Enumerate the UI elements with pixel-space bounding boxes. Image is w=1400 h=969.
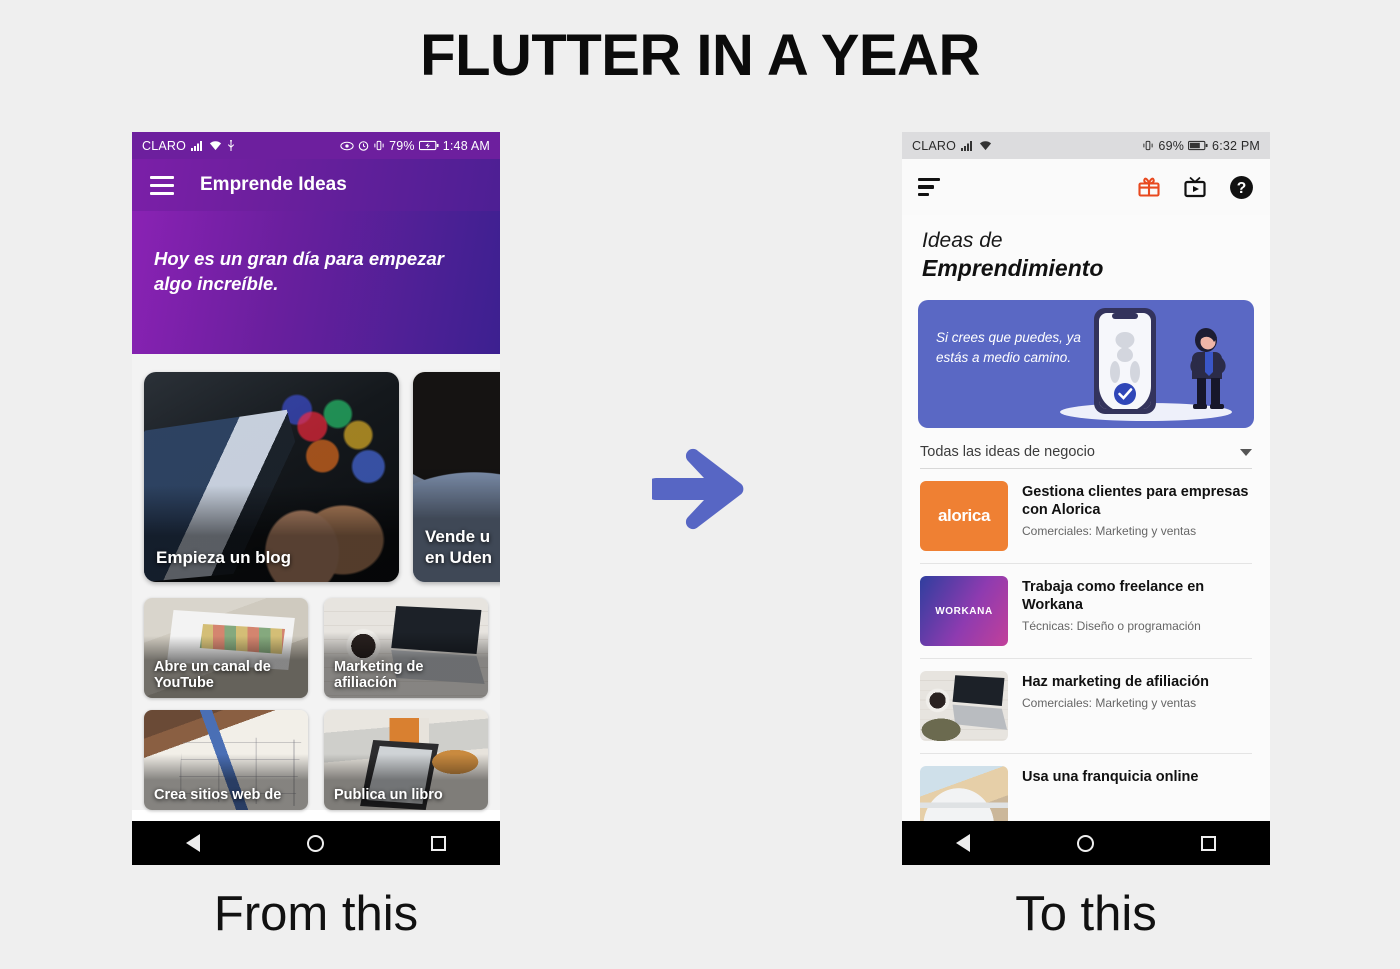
ideas-grid: Abre un canal de YouTube Marketing de af… [132, 594, 500, 810]
grid-card-book[interactable]: Publica un libro [324, 710, 488, 810]
motivation-banner[interactable]: Si crees que puedes, ya estás a medio ca… [918, 300, 1254, 428]
sort-lines-icon[interactable] [918, 177, 940, 197]
hero-text: Hoy es un gran día para empezar algo inc… [154, 248, 444, 294]
heading-line2: Emprendimiento [922, 255, 1104, 281]
hero-banner: Hoy es un gran día para empezar algo inc… [132, 211, 500, 354]
featured-carousel[interactable]: Empieza un blog Vende u en Uden [132, 364, 500, 594]
clock-label: 6:32 PM [1212, 138, 1260, 153]
phone-screenshot-after: CLARO 69% 6:32 PM ? Ideas de Emprendimie… [902, 132, 1270, 865]
content-area: Empieza un blog Vende u en Uden Abre un [132, 354, 500, 810]
tv-icon[interactable] [1183, 175, 1207, 199]
list-item[interactable]: alorica Gestiona clientes para empresas … [920, 469, 1252, 564]
alorica-logo: alorica [920, 481, 1008, 551]
battery-percent: 79% [389, 138, 415, 153]
wifi-icon [210, 141, 222, 151]
battery-icon [418, 140, 439, 151]
caption-before: From this [213, 887, 419, 941]
right-arrow-icon [652, 448, 744, 530]
hamburger-icon[interactable] [150, 175, 174, 195]
card-label: Marketing de afiliación [334, 658, 424, 692]
svg-text:?: ? [1237, 180, 1247, 197]
home-icon[interactable] [306, 834, 324, 852]
battery-percent: 69% [1158, 138, 1185, 153]
workana-logo: WORKANA [920, 576, 1008, 646]
help-icon[interactable]: ? [1229, 175, 1254, 200]
item-subtitle: Técnicas: Diseño o programación [1022, 619, 1201, 634]
caption-after: To this [1015, 887, 1157, 941]
card-label: Publica un libro [334, 787, 443, 804]
page-title: FLUTTER IN A YEAR [420, 23, 980, 88]
recents-icon[interactable] [431, 835, 447, 851]
phone-and-woman-illustration [1060, 308, 1232, 421]
arm-shape [920, 671, 1008, 741]
vibrate-icon [1143, 140, 1154, 151]
card-label: Abre un canal de YouTube [154, 658, 271, 692]
item-title: Usa una franquicia online [1022, 769, 1199, 785]
android-nav-bar [902, 821, 1270, 865]
carrier-label: CLARO [912, 138, 957, 153]
card-label: Vende u en Uden [425, 527, 493, 567]
page-heading: Ideas de Emprendimiento [902, 215, 1270, 288]
grid-card-youtube[interactable]: Abre un canal de YouTube [144, 598, 308, 698]
alarm-icon [358, 141, 369, 151]
phone-screenshot-before: CLARO 79% 1:48 AM Emprende Ideas Hoy es … [132, 132, 500, 865]
wifi-icon [980, 141, 992, 151]
grid-card-afiliacion[interactable]: Marketing de afiliación [324, 598, 488, 698]
ideas-list: alorica Gestiona clientes para empresas … [902, 469, 1270, 848]
featured-card-udemy[interactable]: Vende u en Uden [413, 372, 500, 582]
item-title: Trabaja como freelance en Workana [1022, 579, 1205, 614]
app-bar: ? [902, 159, 1270, 215]
gift-icon[interactable] [1137, 175, 1161, 199]
comparison-figure: FLUTTER IN A YEAR CLARO 79% 1:48 AM Empr… [0, 0, 1400, 969]
heading-line1: Ideas de [922, 229, 1003, 252]
thumb-text: alorica [937, 506, 990, 525]
clock-label: 1:48 AM [442, 138, 490, 153]
status-bar: CLARO 79% 1:48 AM [132, 132, 500, 159]
battery-icon [1188, 140, 1208, 151]
back-icon[interactable] [955, 834, 970, 852]
app-bar: Emprende Ideas [132, 159, 500, 211]
card-label: Empieza un blog [156, 547, 292, 567]
thumb-text: WORKANA [935, 605, 993, 617]
back-icon[interactable] [185, 834, 200, 852]
list-item[interactable]: Haz marketing de afiliación Comerciales:… [920, 659, 1252, 754]
featured-card-blog[interactable]: Empieza un blog [144, 372, 399, 582]
item-title: Gestiona clientes para empresas con Alor… [1022, 484, 1249, 519]
chevron-down-icon [1240, 448, 1252, 456]
item-title: Haz marketing de afiliación [1022, 674, 1209, 690]
carrier-label: CLARO [142, 138, 187, 153]
category-filter-select[interactable]: Todas las ideas de negocio [920, 444, 1252, 469]
item-subtitle: Comerciales: Marketing y ventas [1022, 696, 1197, 711]
eye-icon [340, 141, 354, 150]
recents-icon[interactable] [1201, 835, 1217, 851]
grid-card-websites[interactable]: Crea sitios web de [144, 710, 308, 810]
item-subtitle: Comerciales: Marketing y ventas [1022, 524, 1197, 539]
android-nav-bar [132, 821, 500, 865]
vibrate-icon [374, 140, 384, 151]
signal-icon [191, 141, 203, 151]
home-icon[interactable] [1076, 834, 1094, 852]
usb-icon [227, 140, 235, 151]
signal-icon [961, 141, 973, 151]
content-area: Ideas de Emprendimiento Si crees que pue… [902, 215, 1270, 865]
filter-value: Todas las ideas de negocio [920, 444, 1095, 460]
laptop-new-product-photo [920, 671, 1008, 741]
card-label: Crea sitios web de [154, 787, 282, 804]
app-bar-actions: ? [1137, 175, 1254, 200]
list-item[interactable]: WORKANA Trabaja como freelance en Workan… [920, 564, 1252, 659]
status-bar: CLARO 69% 6:32 PM [902, 132, 1270, 159]
app-title: Emprende Ideas [200, 174, 347, 195]
